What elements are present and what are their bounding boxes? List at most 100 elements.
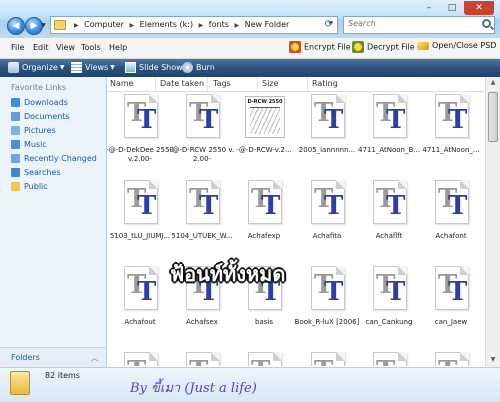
font-file-icon: TT (186, 94, 220, 138)
burn-button[interactable]: Burn (182, 62, 215, 73)
sidebar-item-pictures[interactable]: Pictures (11, 126, 56, 135)
chevron-up-icon: ︿ (91, 354, 98, 362)
column-date-taken[interactable]: Date taken (160, 79, 204, 88)
folders-label: Folders (11, 353, 40, 362)
search-icon[interactable] (482, 19, 491, 28)
scroll-thumb[interactable] (488, 92, 498, 142)
file-name: can_Cankung (365, 318, 413, 326)
file-name: 4711_AtNoon_... (422, 146, 480, 154)
font-file-icon: TT (124, 180, 158, 224)
font-file-icon: TT (124, 352, 158, 366)
font-file-icon: TT (124, 94, 158, 138)
sidebar-item-documents[interactable]: Documents (11, 112, 70, 121)
column-headers: Name Date taken Tags Size Rating (107, 77, 484, 92)
column-divider[interactable] (307, 77, 308, 91)
recently-changed-icon (11, 154, 20, 163)
downloads-icon (11, 98, 20, 107)
search-box[interactable] (343, 16, 495, 34)
column-size[interactable]: Size (262, 79, 278, 88)
maximize-button[interactable]: □ (441, 1, 463, 15)
back-button[interactable]: ◀ (7, 17, 25, 35)
organize-button[interactable]: Organize ▼ (8, 62, 64, 73)
font-file-icon: TT (435, 352, 469, 366)
column-divider[interactable] (155, 77, 156, 91)
file-name: Achafont (435, 232, 467, 240)
scroll-up-icon[interactable]: ▲ (487, 77, 499, 89)
font-file-icon: TT (124, 266, 158, 310)
column-rating[interactable]: Rating (312, 79, 338, 88)
dropdown-icon: ▼ (59, 64, 65, 71)
file-name: Achaflft (375, 232, 403, 240)
menu-edit[interactable]: Edit (33, 43, 49, 52)
breadcrumb[interactable]: ▶ Computer ▶ Elements (k:) ▶ fonts ▶ New… (50, 16, 338, 34)
open-close-psd-button[interactable]: Open/Close PSD (417, 41, 496, 55)
sidebar-item-recently-changed[interactable]: Recently Changed (11, 154, 97, 163)
pictures-icon (11, 126, 20, 135)
encrypt-icon (289, 41, 301, 53)
scroll-down-icon[interactable]: ▼ (487, 354, 499, 366)
font-file-icon: TT (373, 266, 407, 310)
menu-help[interactable]: Help (109, 43, 127, 52)
file-name: 4711_AtNoon_B... (358, 146, 420, 154)
close-button[interactable]: ✕ (464, 1, 494, 15)
breadcrumb-new-folder[interactable]: New Folder (245, 20, 290, 29)
views-button[interactable]: Views ▼ (71, 62, 115, 73)
refresh-icon[interactable]: ⟳ (322, 19, 336, 31)
decrypt-file-button[interactable]: Decrypt File (352, 41, 415, 55)
file-name: -@-D-DekDee 2550 v.2.00- (107, 146, 174, 163)
disc-icon (182, 62, 193, 73)
chevron-right-icon[interactable]: ▶ (234, 22, 239, 29)
file-name: Achafita (312, 232, 342, 240)
font-file-icon: TT (311, 352, 345, 366)
breadcrumb-fonts[interactable]: fonts (209, 20, 229, 29)
folders-toggle[interactable]: Folders ︿ (0, 347, 106, 368)
chevron-right-icon[interactable]: ▶ (74, 22, 79, 29)
sidebar-item-music[interactable]: Music (11, 140, 47, 149)
documents-icon (11, 112, 20, 121)
font-file-icon: TT (435, 94, 469, 138)
font-file-icon: TT (311, 180, 345, 224)
menu-file[interactable]: File (11, 43, 24, 52)
breadcrumb-computer[interactable]: Computer (84, 20, 124, 29)
encrypt-file-button[interactable]: Encrypt File (289, 41, 351, 55)
file-name: 2005_iannnnn... (298, 146, 356, 154)
breadcrumb-elements[interactable]: Elements (k:) (140, 20, 193, 29)
music-icon (11, 140, 20, 149)
folder-icon (10, 371, 30, 395)
chevron-right-icon[interactable]: ▶ (199, 22, 204, 29)
slide-show-button[interactable]: Slide Show (125, 62, 183, 73)
column-name[interactable]: Name (110, 79, 134, 88)
file-name: Achafsex (186, 318, 218, 326)
menu-tools[interactable]: Tools (81, 43, 101, 52)
file-name: -@-D-RCW 2550 v.2.00- (169, 146, 235, 163)
sidebar-item-public[interactable]: Public (11, 182, 48, 191)
minimize-button[interactable]: – (418, 1, 440, 15)
column-divider[interactable] (207, 77, 208, 91)
search-input[interactable] (348, 19, 468, 28)
menu-view[interactable]: View (56, 43, 75, 52)
file-name: basis (255, 318, 273, 326)
signature-text: By ขี้เมา (Just a life) (130, 381, 257, 396)
history-dropdown-icon[interactable]: ▼ (41, 22, 46, 29)
sidebar-item-downloads[interactable]: Downloads (11, 98, 68, 107)
item-count: 82 items (45, 371, 80, 380)
chevron-right-icon[interactable]: ▶ (130, 22, 135, 29)
font-file-icon: TT (186, 352, 220, 366)
sidebar-item-searches[interactable]: Searches (11, 168, 61, 177)
views-icon (71, 62, 82, 73)
file-name: 5104_UTUEK_W... (171, 232, 233, 240)
column-divider[interactable] (257, 77, 258, 91)
column-tags[interactable]: Tags (213, 79, 231, 88)
file-name: Achafexp (247, 232, 281, 240)
thumbnail-art (250, 107, 280, 134)
navigation-pane: Favorite Links Downloads Documents Pictu… (0, 77, 107, 368)
menu-bar: File Edit View Tools Help Encrypt File D… (0, 38, 500, 59)
vertical-scrollbar[interactable]: ▲ ▼ (485, 77, 500, 367)
slideshow-icon (125, 62, 136, 73)
font-file-icon: TT (373, 94, 407, 138)
address-bar-area: – □ ✕ ◀ ▶ ▼ ▶ Computer ▶ Elements (k:) ▶… (0, 0, 500, 38)
public-folder-icon (11, 182, 20, 191)
file-grid: T T -@-D-DekDee 2550 v.2.00- T T -@-D-RCW 255… (107, 92, 484, 366)
font-file-icon: TT (435, 180, 469, 224)
organize-icon (8, 62, 19, 73)
